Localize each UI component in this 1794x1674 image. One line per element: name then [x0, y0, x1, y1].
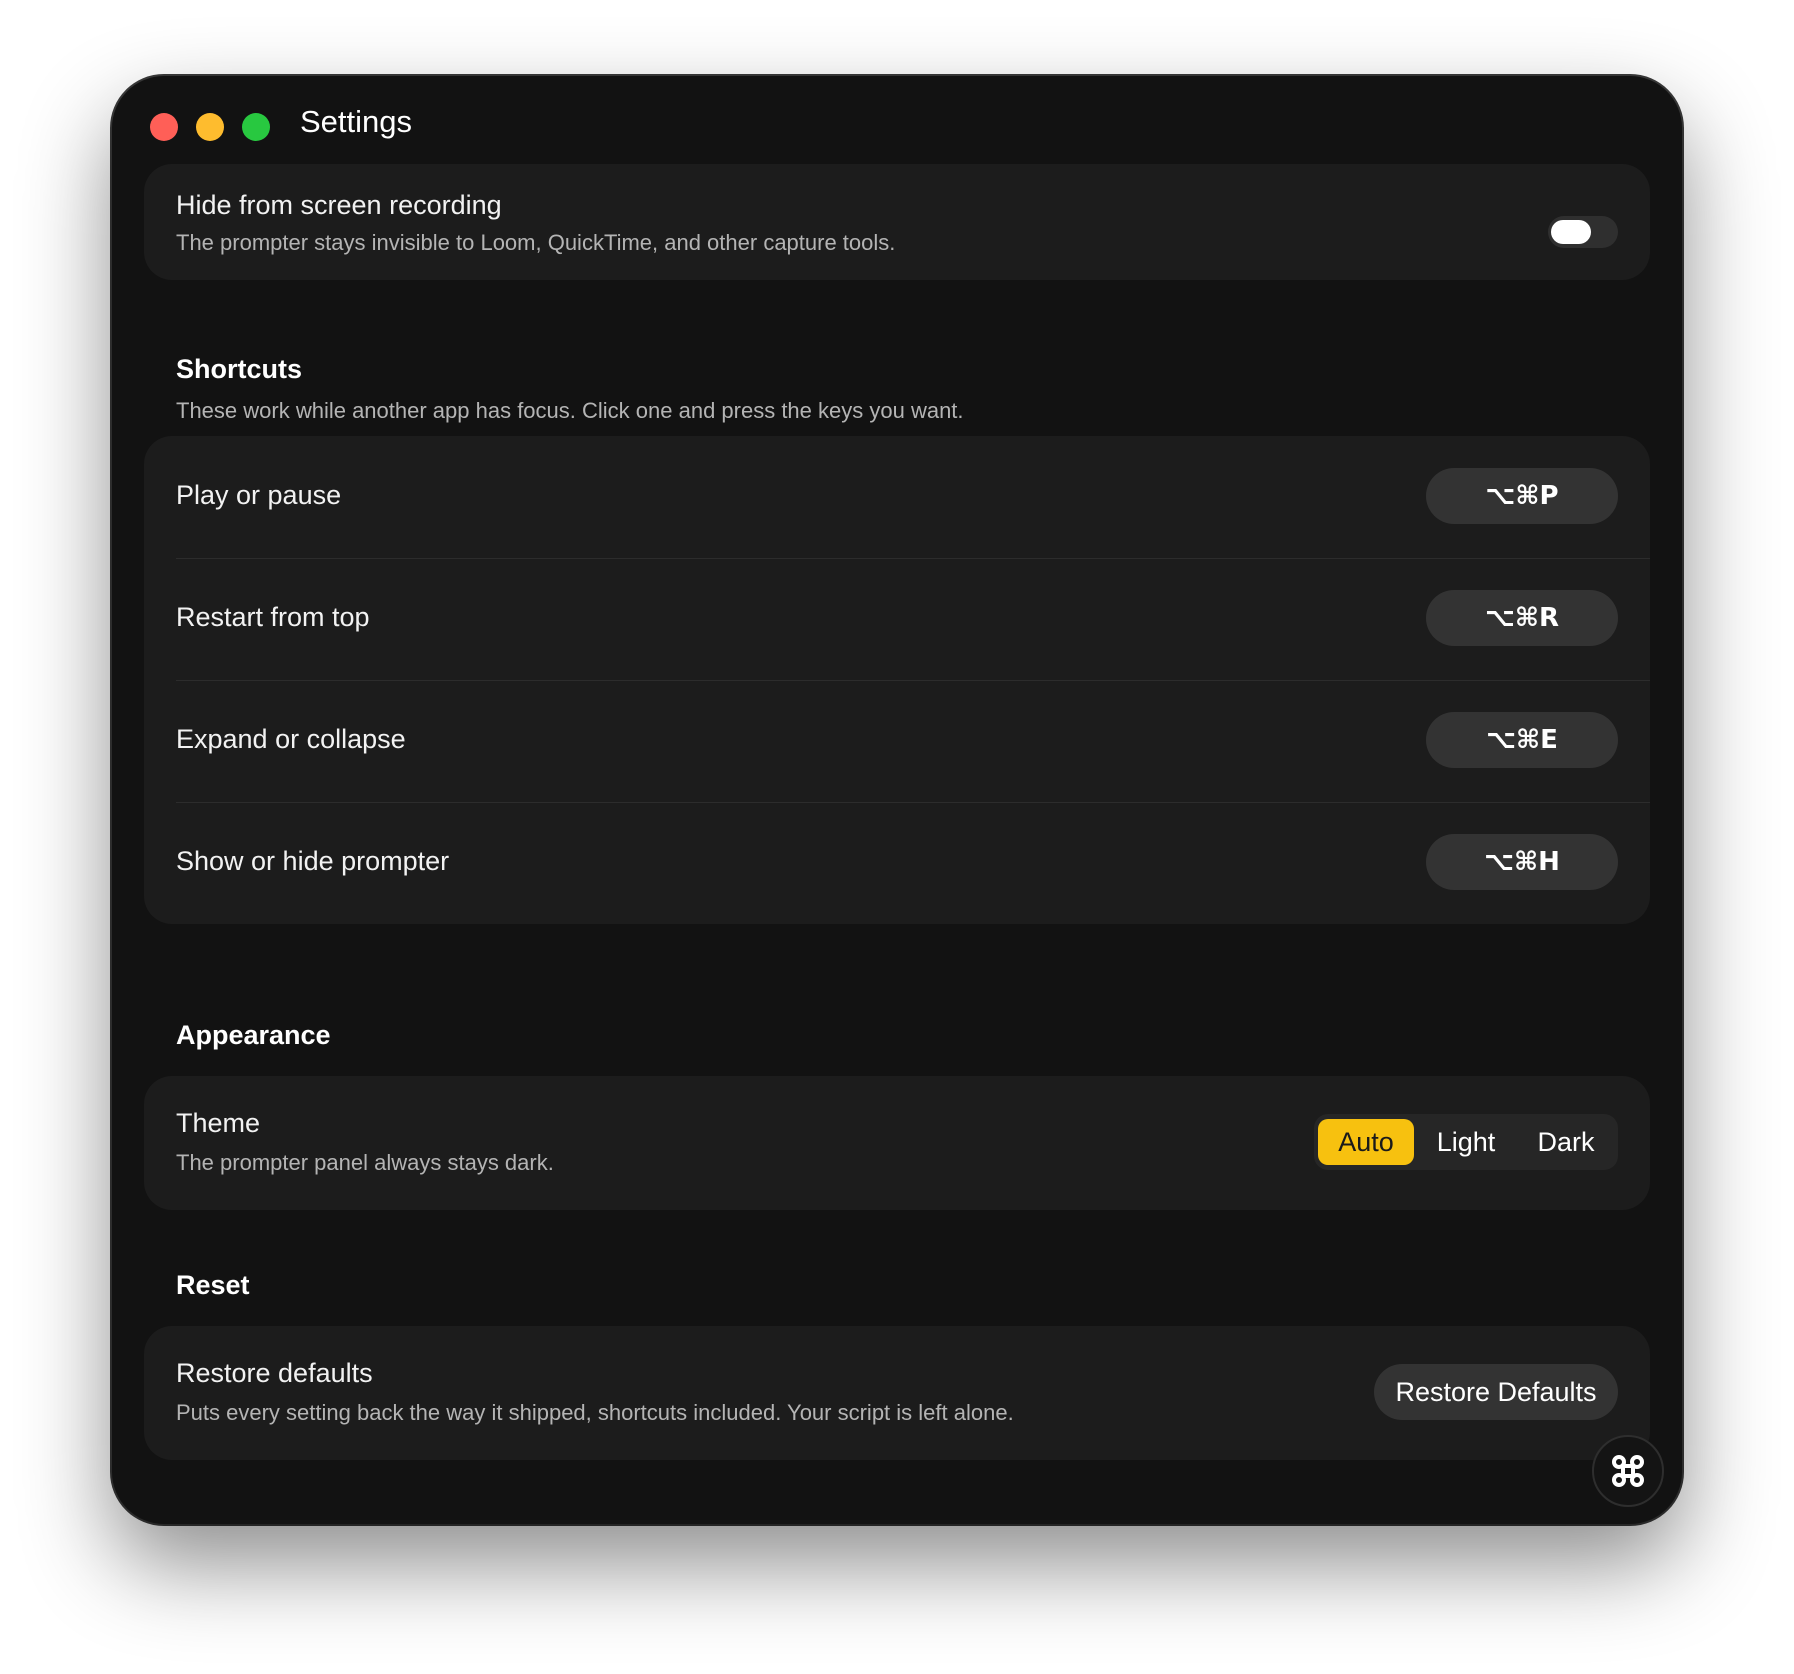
restore-defaults-button[interactable]: Restore Defaults [1374, 1364, 1618, 1420]
restore-card: Restore defaults Puts every setting back… [144, 1326, 1650, 1460]
shortcut-row-play-pause: Play or pause ⌥⌘P [144, 436, 1650, 558]
close-window-button[interactable] [150, 113, 178, 141]
theme-description: The prompter panel always stays dark. [176, 1150, 554, 1175]
shortcuts-card: Play or pause ⌥⌘P Restart from top ⌥⌘R E… [144, 436, 1650, 924]
command-icon [1612, 1455, 1644, 1487]
shortcut-key-button[interactable]: ⌥⌘P [1426, 468, 1618, 524]
theme-option-auto[interactable]: Auto [1318, 1119, 1414, 1165]
restore-title: Restore defaults [176, 1358, 373, 1388]
recording-description: The prompter stays invisible to Loom, Qu… [176, 230, 896, 255]
shortcut-key-button[interactable]: ⌥⌘H [1426, 834, 1618, 890]
shortcuts-heading: Shortcuts [176, 354, 303, 384]
window-title: Settings [300, 104, 413, 139]
theme-segmented-control: Auto Light Dark [1314, 1114, 1618, 1170]
shortcut-key-button[interactable]: ⌥⌘R [1426, 590, 1618, 646]
shortcut-row-show-hide: Show or hide prompter ⌥⌘H [144, 802, 1650, 924]
command-button[interactable] [1592, 1435, 1664, 1507]
shortcut-row-expand: Expand or collapse ⌥⌘E [144, 680, 1650, 802]
reset-heading: Reset [176, 1270, 250, 1300]
recording-card: Hide from screen recording The prompter … [144, 164, 1650, 280]
appearance-heading: Appearance [176, 1020, 331, 1050]
shortcut-label: Play or pause [176, 480, 342, 510]
zoom-window-button[interactable] [242, 113, 270, 141]
toggle-knob [1551, 220, 1591, 244]
theme-option-dark[interactable]: Dark [1518, 1119, 1614, 1165]
minimize-window-button[interactable] [196, 113, 224, 141]
shortcut-row-restart: Restart from top ⌥⌘R [144, 558, 1650, 680]
shortcut-label: Expand or collapse [176, 724, 406, 754]
shortcut-label: Restart from top [176, 602, 370, 632]
theme-title: Theme [176, 1108, 261, 1138]
shortcut-key-button[interactable]: ⌥⌘E [1426, 712, 1618, 768]
title-bar: Settings [112, 76, 1682, 166]
shortcut-label: Show or hide prompter [176, 846, 450, 876]
theme-card: Theme The prompter panel always stays da… [144, 1076, 1650, 1210]
shortcuts-description: These work while another app has focus. … [176, 398, 964, 423]
theme-option-light[interactable]: Light [1418, 1119, 1514, 1165]
restore-description: Puts every setting back the way it shipp… [176, 1400, 1014, 1425]
hide-recording-toggle[interactable] [1548, 216, 1618, 248]
recording-title: Hide from screen recording [176, 190, 502, 220]
settings-window: Settings Hide from screen recording The … [112, 76, 1682, 1524]
